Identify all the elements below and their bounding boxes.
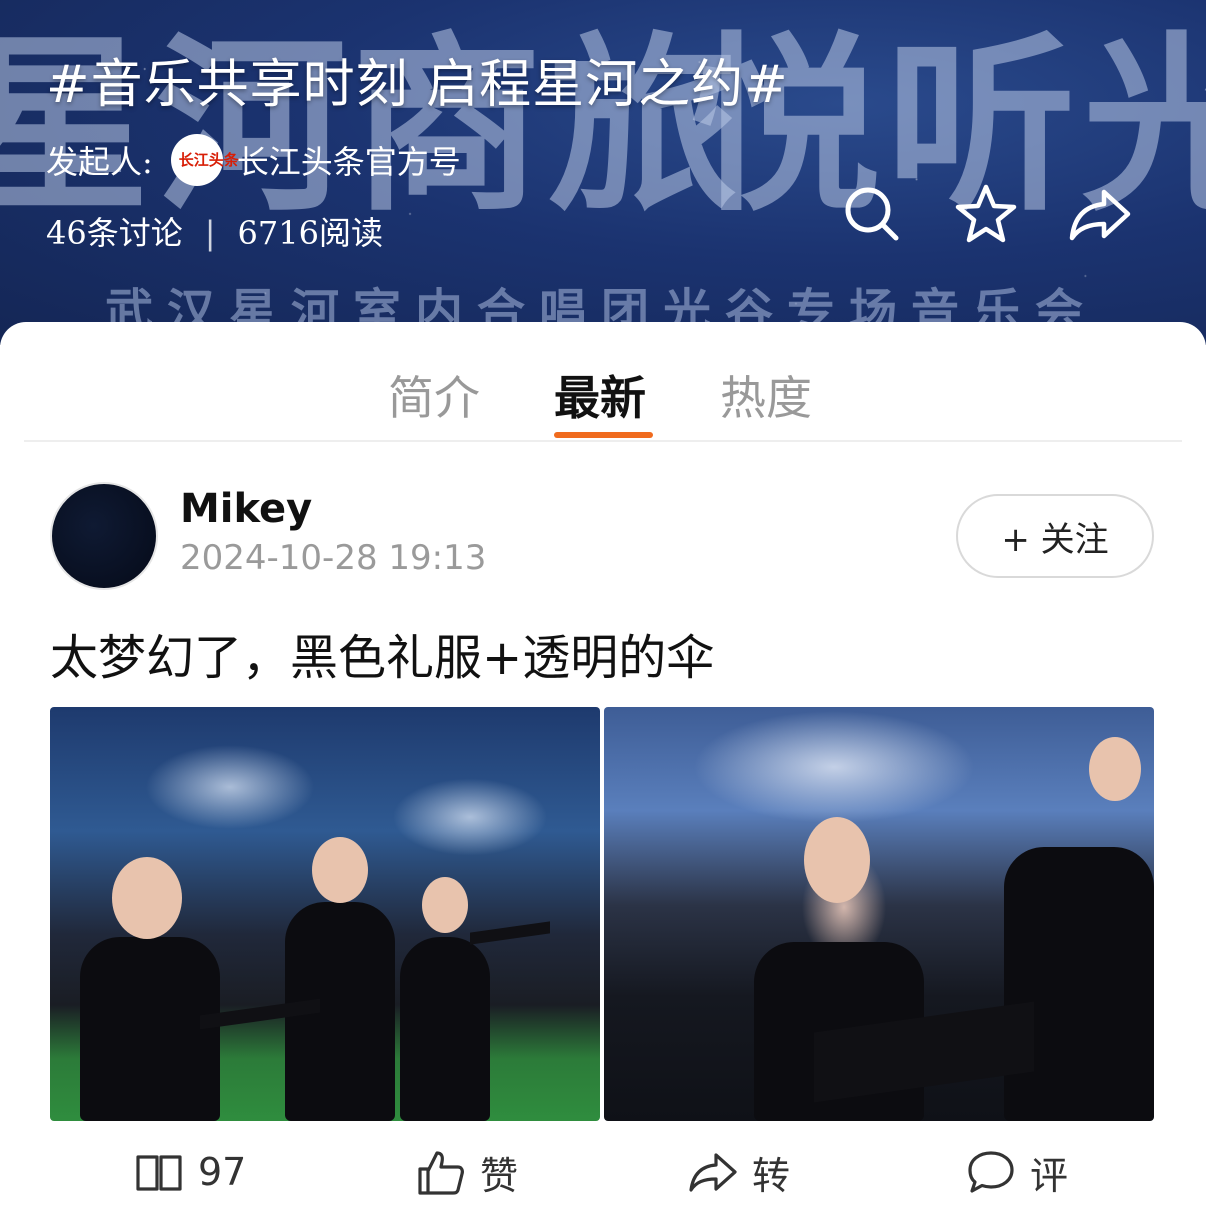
read-count-label: 97 xyxy=(198,1150,247,1194)
comment-bubble-icon xyxy=(968,1151,1014,1193)
initiator-logo-text: 长江头条 xyxy=(178,150,239,169)
tab-intro[interactable]: 简介 xyxy=(388,362,480,428)
star-icon[interactable] xyxy=(954,182,1018,246)
book-icon xyxy=(136,1155,182,1191)
performer-face xyxy=(312,837,368,903)
initiator-label: 发起人: xyxy=(46,143,153,181)
performer-face xyxy=(422,877,468,933)
repost-icon xyxy=(689,1153,737,1192)
topic-header-banner: 星河商旅 悦听光谷 武汉星河室内合唱团光谷专场音乐会 #音乐共享时刻 启程星河之… xyxy=(0,0,1206,345)
post-text: 太梦幻了，黑色礼服+透明的伞 xyxy=(50,630,715,686)
tab-hot[interactable]: 热度 xyxy=(720,362,812,428)
comment-label: 评 xyxy=(1030,1153,1069,1198)
initiator-name[interactable]: 长江头条官方号 xyxy=(237,137,461,183)
active-tab-indicator xyxy=(554,432,653,438)
like-label: 赞 xyxy=(480,1153,519,1198)
performer-face xyxy=(1089,737,1141,801)
repost-label: 转 xyxy=(752,1153,791,1198)
avatar[interactable] xyxy=(50,482,158,590)
initiator-row[interactable]: 发起人: 长江头条 长江头条官方号 xyxy=(46,134,461,186)
performer-face xyxy=(112,857,182,939)
content-sheet: 简介 最新 热度 Mikey 2024-10-28 19:13 + 关注 太梦幻… xyxy=(0,322,1206,1224)
post-timestamp: 2024-10-28 19:13 xyxy=(180,538,487,578)
discussion-count: 46条讨论 xyxy=(46,214,183,252)
header-actions xyxy=(840,182,1132,246)
thumbs-up-icon xyxy=(418,1151,464,1195)
like-button[interactable]: 赞 xyxy=(416,1140,518,1204)
post-author-name[interactable]: Mikey xyxy=(180,486,312,532)
read-count: 6716阅读 xyxy=(237,214,383,252)
read-count-action[interactable]: 97 xyxy=(134,1140,246,1204)
follow-button[interactable]: + 关注 xyxy=(956,494,1154,578)
post-photo-2[interactable] xyxy=(604,707,1154,1121)
initiator-avatar[interactable]: 长江头条 xyxy=(170,134,239,186)
post-action-bar: 97 赞 转 评 xyxy=(0,1140,1206,1220)
music-stand xyxy=(470,921,550,945)
comment-button[interactable]: 评 xyxy=(966,1140,1068,1204)
tab-latest[interactable]: 最新 xyxy=(554,362,646,428)
performer-figure xyxy=(80,937,220,1121)
search-icon[interactable] xyxy=(840,182,904,246)
share-icon[interactable] xyxy=(1068,182,1132,246)
post-photo-1[interactable] xyxy=(50,707,600,1121)
stats-separator: | xyxy=(204,214,216,252)
topic-title: #音乐共享时刻 启程星河之约# xyxy=(46,55,789,115)
performer-figure xyxy=(400,937,490,1121)
performer-face xyxy=(804,817,870,903)
tab-bar: 简介 最新 热度 xyxy=(24,322,1182,442)
repost-button[interactable]: 转 xyxy=(688,1140,790,1204)
topic-stats: 46条讨论 | 6716阅读 xyxy=(46,208,383,254)
performer-figure xyxy=(1004,847,1154,1121)
